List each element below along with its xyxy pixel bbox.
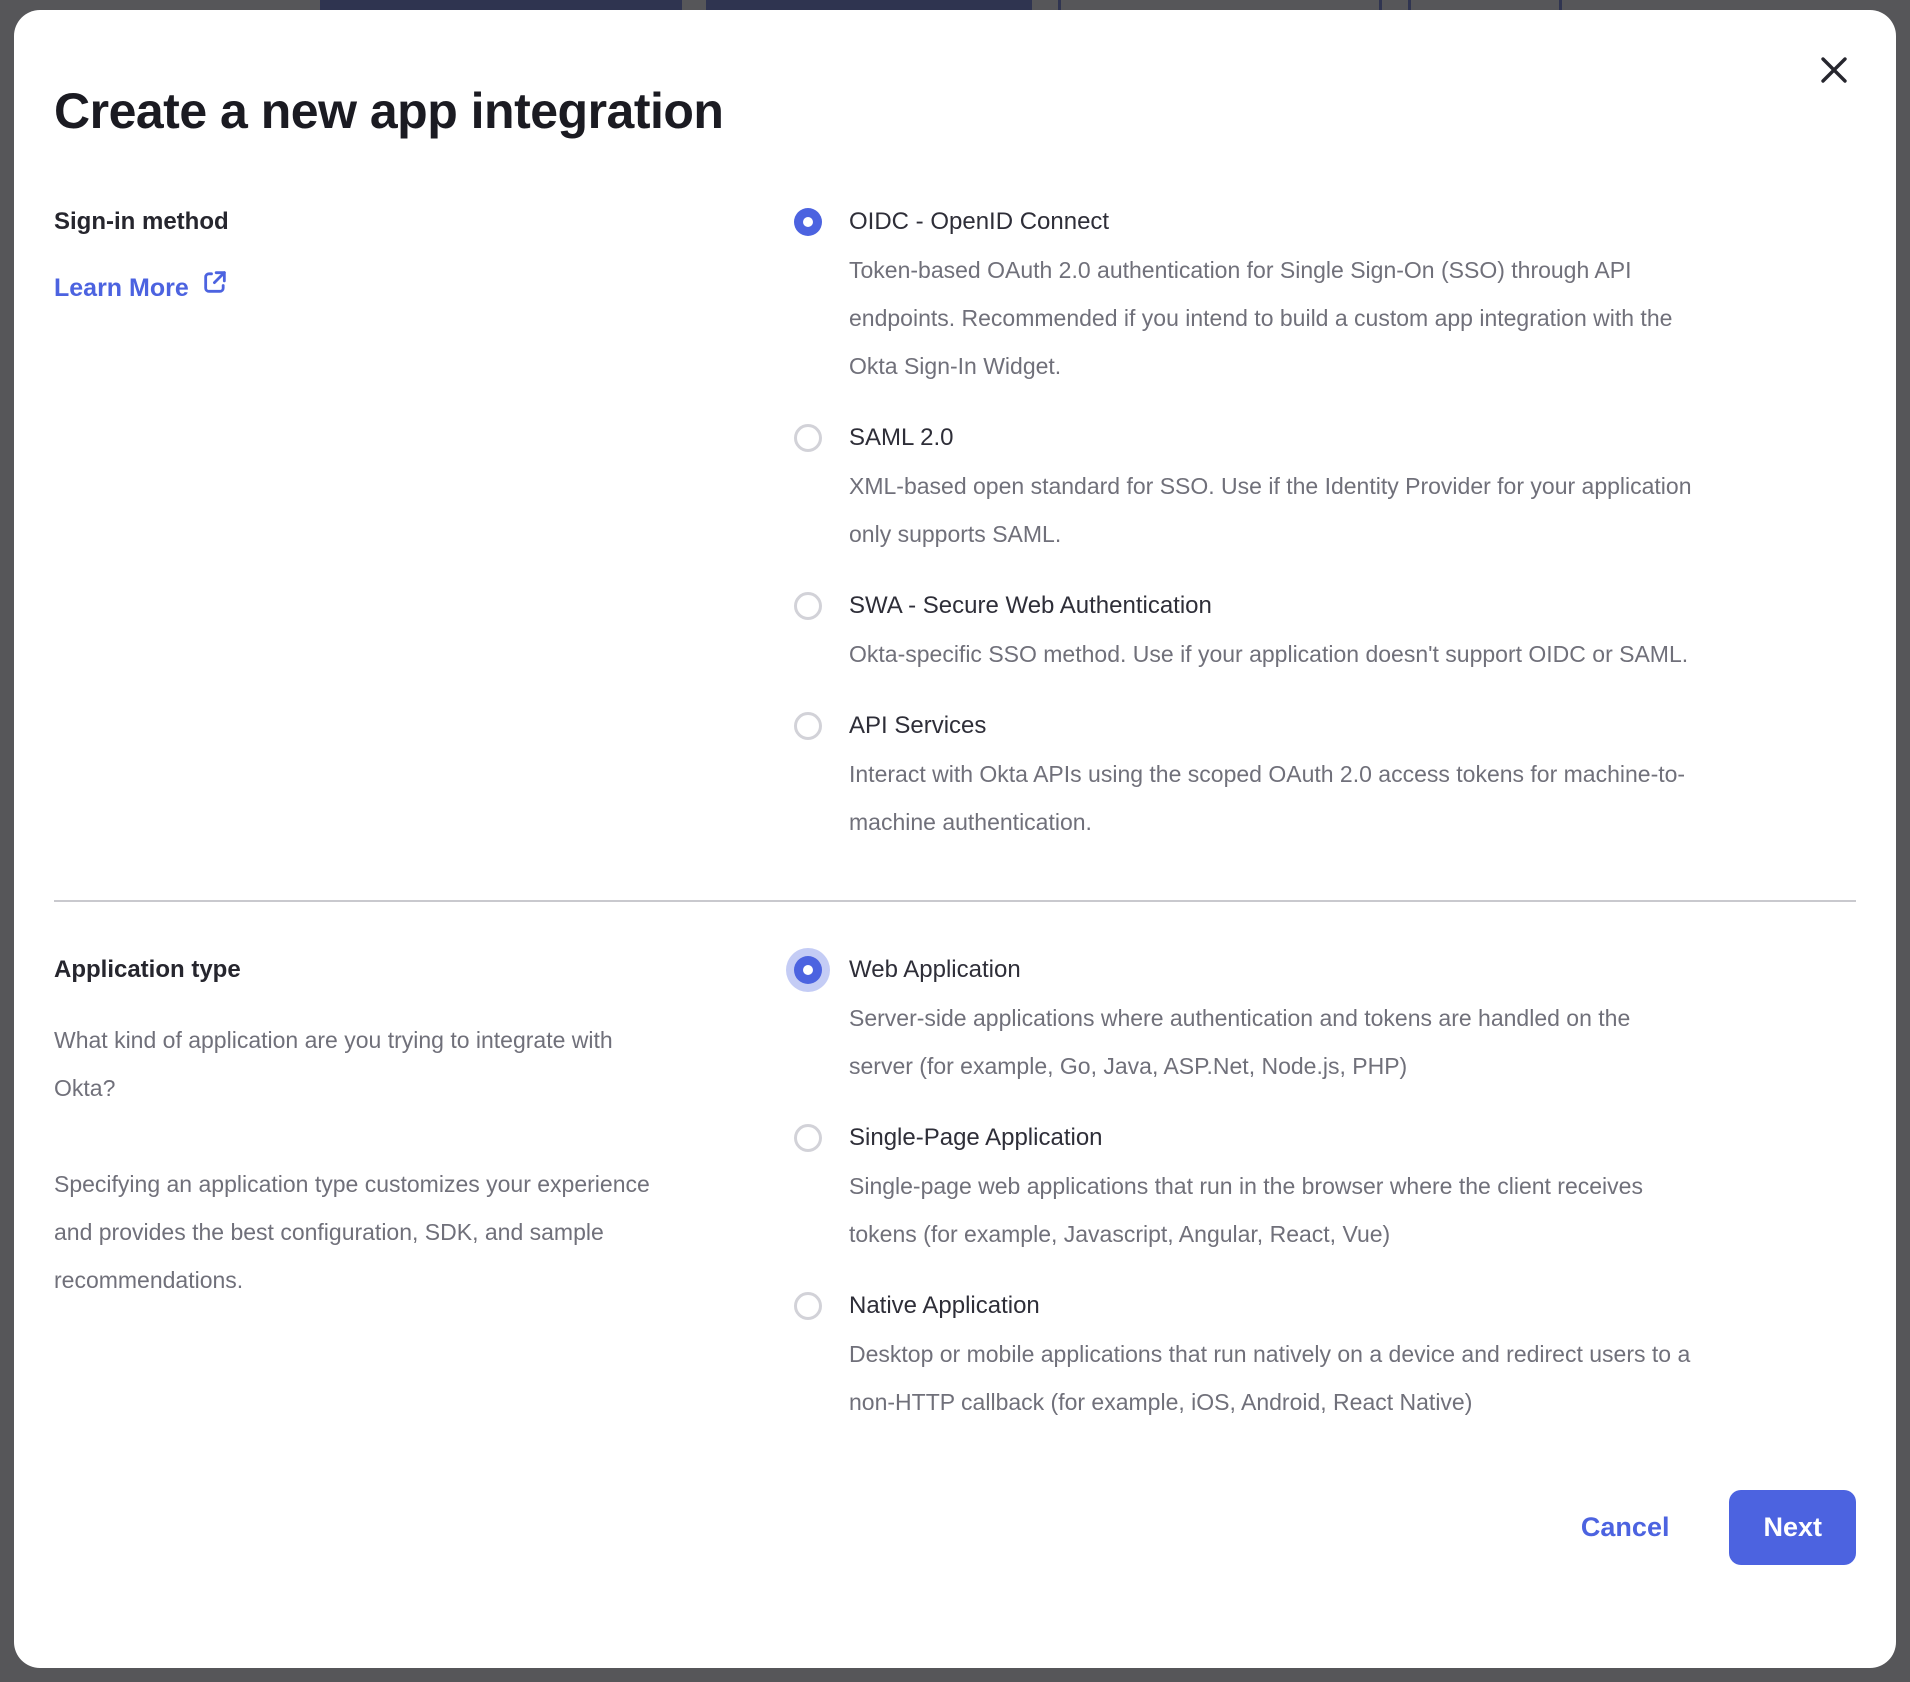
close-icon <box>1816 76 1852 91</box>
option-native-application: Native Application Desktop or mobile app… <box>794 1282 1856 1426</box>
section-divider <box>54 900 1856 902</box>
radio-native-application[interactable] <box>794 1292 822 1320</box>
application-type-left-column: Application type What kind of applicatio… <box>54 946 794 1426</box>
option-api-services-clickable[interactable]: API Services <box>794 702 1856 750</box>
application-type-heading: Application type <box>54 946 754 994</box>
option-api-services-label: API Services <box>849 702 986 750</box>
sign-in-method-options: OIDC - OpenID Connect Token-based OAuth … <box>794 198 1856 846</box>
close-button[interactable] <box>1816 52 1852 88</box>
radio-saml[interactable] <box>794 424 822 452</box>
option-web-application: Web Application Server-side applications… <box>794 946 1856 1090</box>
option-oidc-label: OIDC - OpenID Connect <box>849 198 1109 246</box>
external-link-icon <box>201 268 229 308</box>
option-native-application-label: Native Application <box>849 1282 1040 1330</box>
option-swa-clickable[interactable]: SWA - Secure Web Authentication <box>794 582 1856 630</box>
section-application-type: Application type What kind of applicatio… <box>54 946 1856 1426</box>
cancel-button[interactable]: Cancel <box>1571 1512 1680 1543</box>
option-single-page-application: Single-Page Application Single-page web … <box>794 1114 1856 1258</box>
dialog-footer: Cancel Next <box>54 1490 1856 1565</box>
option-native-application-description: Desktop or mobile applications that run … <box>849 1330 1699 1426</box>
option-swa-description: Okta-specific SSO method. Use if your ap… <box>849 630 1699 678</box>
learn-more-link[interactable]: Learn More <box>54 268 229 308</box>
create-app-integration-dialog: Create a new app integration Sign-in met… <box>14 10 1896 1668</box>
option-swa-label: SWA - Secure Web Authentication <box>849 582 1212 630</box>
application-type-explanation: Specifying an application type customize… <box>54 1160 679 1304</box>
radio-single-page-application[interactable] <box>794 1124 822 1152</box>
learn-more-label: Learn More <box>54 268 189 308</box>
option-saml-label: SAML 2.0 <box>849 414 954 462</box>
radio-oidc[interactable] <box>794 208 822 236</box>
option-native-application-clickable[interactable]: Native Application <box>794 1282 1856 1330</box>
option-oidc-clickable[interactable]: OIDC - OpenID Connect <box>794 198 1856 246</box>
sign-in-method-left-column: Sign-in method Learn More <box>54 198 794 846</box>
option-api-services: API Services Interact with Okta APIs usi… <box>794 702 1856 846</box>
next-button[interactable]: Next <box>1729 1490 1856 1565</box>
application-type-options: Web Application Server-side applications… <box>794 946 1856 1426</box>
option-web-application-clickable[interactable]: Web Application <box>794 946 1856 994</box>
dialog-title: Create a new app integration <box>54 82 1856 140</box>
option-single-page-application-clickable[interactable]: Single-Page Application <box>794 1114 1856 1162</box>
option-api-services-description: Interact with Okta APIs using the scoped… <box>849 750 1699 846</box>
option-single-page-application-description: Single-page web applications that run in… <box>849 1162 1699 1258</box>
option-web-application-description: Server-side applications where authentic… <box>849 994 1699 1090</box>
application-type-question: What kind of application are you trying … <box>54 1016 679 1112</box>
radio-api-services[interactable] <box>794 712 822 740</box>
sign-in-method-heading: Sign-in method <box>54 198 754 246</box>
option-saml-description: XML-based open standard for SSO. Use if … <box>849 462 1699 558</box>
section-sign-in-method: Sign-in method Learn More OIDC - OpenID … <box>54 198 1856 846</box>
radio-swa[interactable] <box>794 592 822 620</box>
option-oidc: OIDC - OpenID Connect Token-based OAuth … <box>794 198 1856 390</box>
radio-web-application[interactable] <box>794 956 822 984</box>
option-web-application-label: Web Application <box>849 946 1021 994</box>
option-oidc-description: Token-based OAuth 2.0 authentication for… <box>849 246 1699 390</box>
option-swa: SWA - Secure Web Authentication Okta-spe… <box>794 582 1856 678</box>
option-saml-clickable[interactable]: SAML 2.0 <box>794 414 1856 462</box>
option-single-page-application-label: Single-Page Application <box>849 1114 1103 1162</box>
option-saml: SAML 2.0 XML-based open standard for SSO… <box>794 414 1856 558</box>
